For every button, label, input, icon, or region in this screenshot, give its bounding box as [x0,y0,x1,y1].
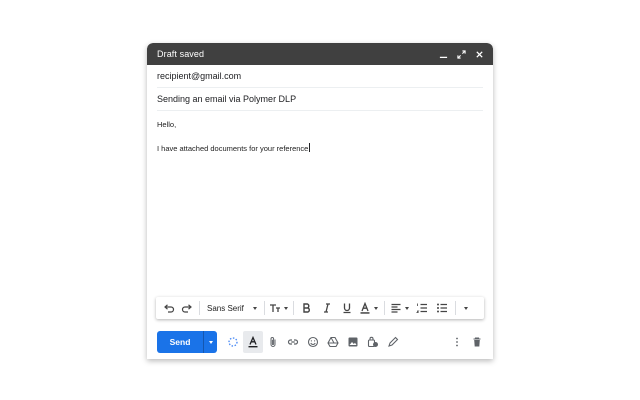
draft-status: Draft saved [157,49,205,59]
toolbar-divider [383,301,385,315]
discard-icon[interactable] [467,331,487,353]
toolbar-divider [199,301,200,315]
compose-action-bar: Send [147,329,493,355]
signature-icon[interactable] [383,331,403,353]
more-formatting-icon[interactable] [459,297,473,319]
send-button[interactable]: Send [157,331,203,353]
send-options-button[interactable] [203,331,217,353]
confidential-icon[interactable] [363,331,383,353]
font-family-select[interactable]: Sans Serif [203,297,261,319]
subject-field[interactable]: Sending an email via Polymer DLP [157,88,483,111]
close-icon[interactable] [474,49,485,60]
toolbar-divider [292,301,294,315]
underline-icon[interactable] [337,297,357,319]
emoji-icon[interactable] [303,331,323,353]
to-field[interactable]: recipient@gmail.com [157,65,483,88]
send-button-group: Send [157,331,217,353]
numbered-list-icon[interactable] [412,297,432,319]
more-options-icon[interactable] [447,331,467,353]
font-family-value: Sans Serif [207,303,244,313]
align-icon[interactable] [388,297,412,319]
text-color-icon[interactable] [357,297,381,319]
font-size-icon[interactable] [268,297,290,319]
compose-titlebar[interactable]: Draft saved [147,43,493,65]
chevron-down-icon [252,306,257,310]
body-text-line: I have attached documents for your refer… [157,143,483,155]
loading-icon [223,331,243,353]
chevron-down-icon [463,306,468,310]
redo-icon[interactable] [178,297,196,319]
to-value: recipient@gmail.com [157,71,242,81]
body-text: I have attached documents for your refer… [157,144,309,153]
chevron-down-icon [284,306,289,310]
drive-icon[interactable] [323,331,343,353]
attach-icon[interactable] [263,331,283,353]
chevron-down-icon [374,306,379,310]
link-icon[interactable] [283,331,303,353]
minimize-icon[interactable] [438,49,449,60]
chevron-down-icon [208,340,213,344]
message-body[interactable]: Hello, I have attached documents for you… [147,111,493,295]
toolbar-divider [454,301,456,315]
photo-icon[interactable] [343,331,363,353]
compose-window: Draft saved recipient@gmail.com Sending … [147,43,493,359]
chevron-down-icon [405,306,410,310]
window-controls [438,49,485,60]
italic-icon[interactable] [317,297,337,319]
formatting-toolbar: Sans Serif [156,297,484,319]
bulleted-list-icon[interactable] [432,297,452,319]
expand-icon[interactable] [456,49,467,60]
bold-icon[interactable] [297,297,317,319]
body-greeting: Hello, [157,120,177,129]
formatting-options-icon[interactable] [243,331,263,353]
undo-icon[interactable] [160,297,178,319]
subject-value: Sending an email via Polymer DLP [157,94,297,104]
toolbar-divider [263,301,265,315]
text-cursor [309,143,311,152]
